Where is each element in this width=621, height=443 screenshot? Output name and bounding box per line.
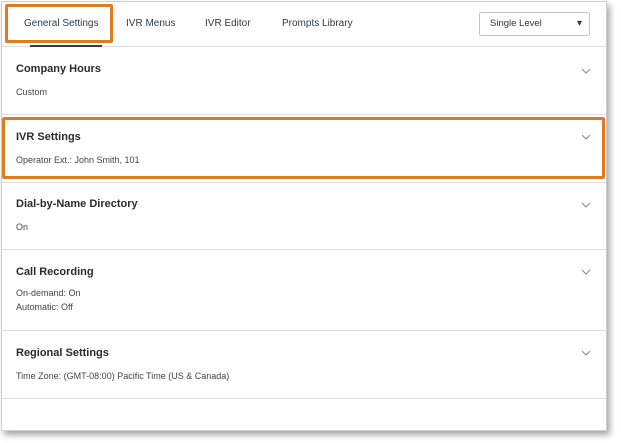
level-select[interactable]: Single Level ▾: [479, 12, 590, 36]
section-title: Call Recording: [16, 266, 94, 278]
section-title: Regional Settings: [16, 347, 109, 359]
section-detail: Operator Ext.: John Smith, 101: [16, 155, 140, 165]
tab-ivr-menus[interactable]: IVR Menus: [126, 2, 175, 46]
settings-window: General Settings IVR Menus IVR Editor Pr…: [1, 1, 607, 431]
caret-down-icon: ▾: [576, 18, 582, 29]
section-title: Company Hours: [16, 63, 101, 75]
section-company-hours[interactable]: Company Hours Custom: [2, 47, 606, 115]
tab-ivr-editor[interactable]: IVR Editor: [205, 2, 251, 46]
section-dial-by-name-directory[interactable]: Dial-by-Name Directory On: [2, 183, 606, 250]
chevron-down-icon[interactable]: [581, 67, 591, 75]
section-detail: On-demand: On: [16, 288, 81, 298]
chevron-down-icon[interactable]: [581, 133, 591, 141]
section-ivr-settings[interactable]: IVR Settings Operator Ext.: John Smith, …: [2, 115, 606, 183]
tab-general-settings[interactable]: General Settings: [24, 2, 99, 46]
tab-prompts-library[interactable]: Prompts Library: [282, 2, 353, 46]
chevron-down-icon[interactable]: [581, 201, 591, 209]
section-detail: Automatic: Off: [16, 302, 73, 312]
section-call-recording[interactable]: Call Recording On-demand: On Automatic: …: [2, 250, 606, 331]
section-detail: Custom: [16, 87, 48, 97]
section-regional-settings[interactable]: Regional Settings Time Zone: (GMT-08:00)…: [2, 331, 606, 399]
section-detail: Time Zone: (GMT-08:00) Pacific Time (US …: [16, 371, 230, 381]
section-title: Dial-by-Name Directory: [16, 198, 138, 210]
level-select-value: Single Level: [490, 18, 542, 29]
chevron-down-icon[interactable]: [581, 268, 591, 276]
tab-bar: General Settings IVR Menus IVR Editor Pr…: [2, 2, 606, 47]
section-detail: On: [16, 222, 29, 232]
chevron-down-icon[interactable]: [581, 349, 591, 357]
section-title: IVR Settings: [16, 131, 81, 143]
